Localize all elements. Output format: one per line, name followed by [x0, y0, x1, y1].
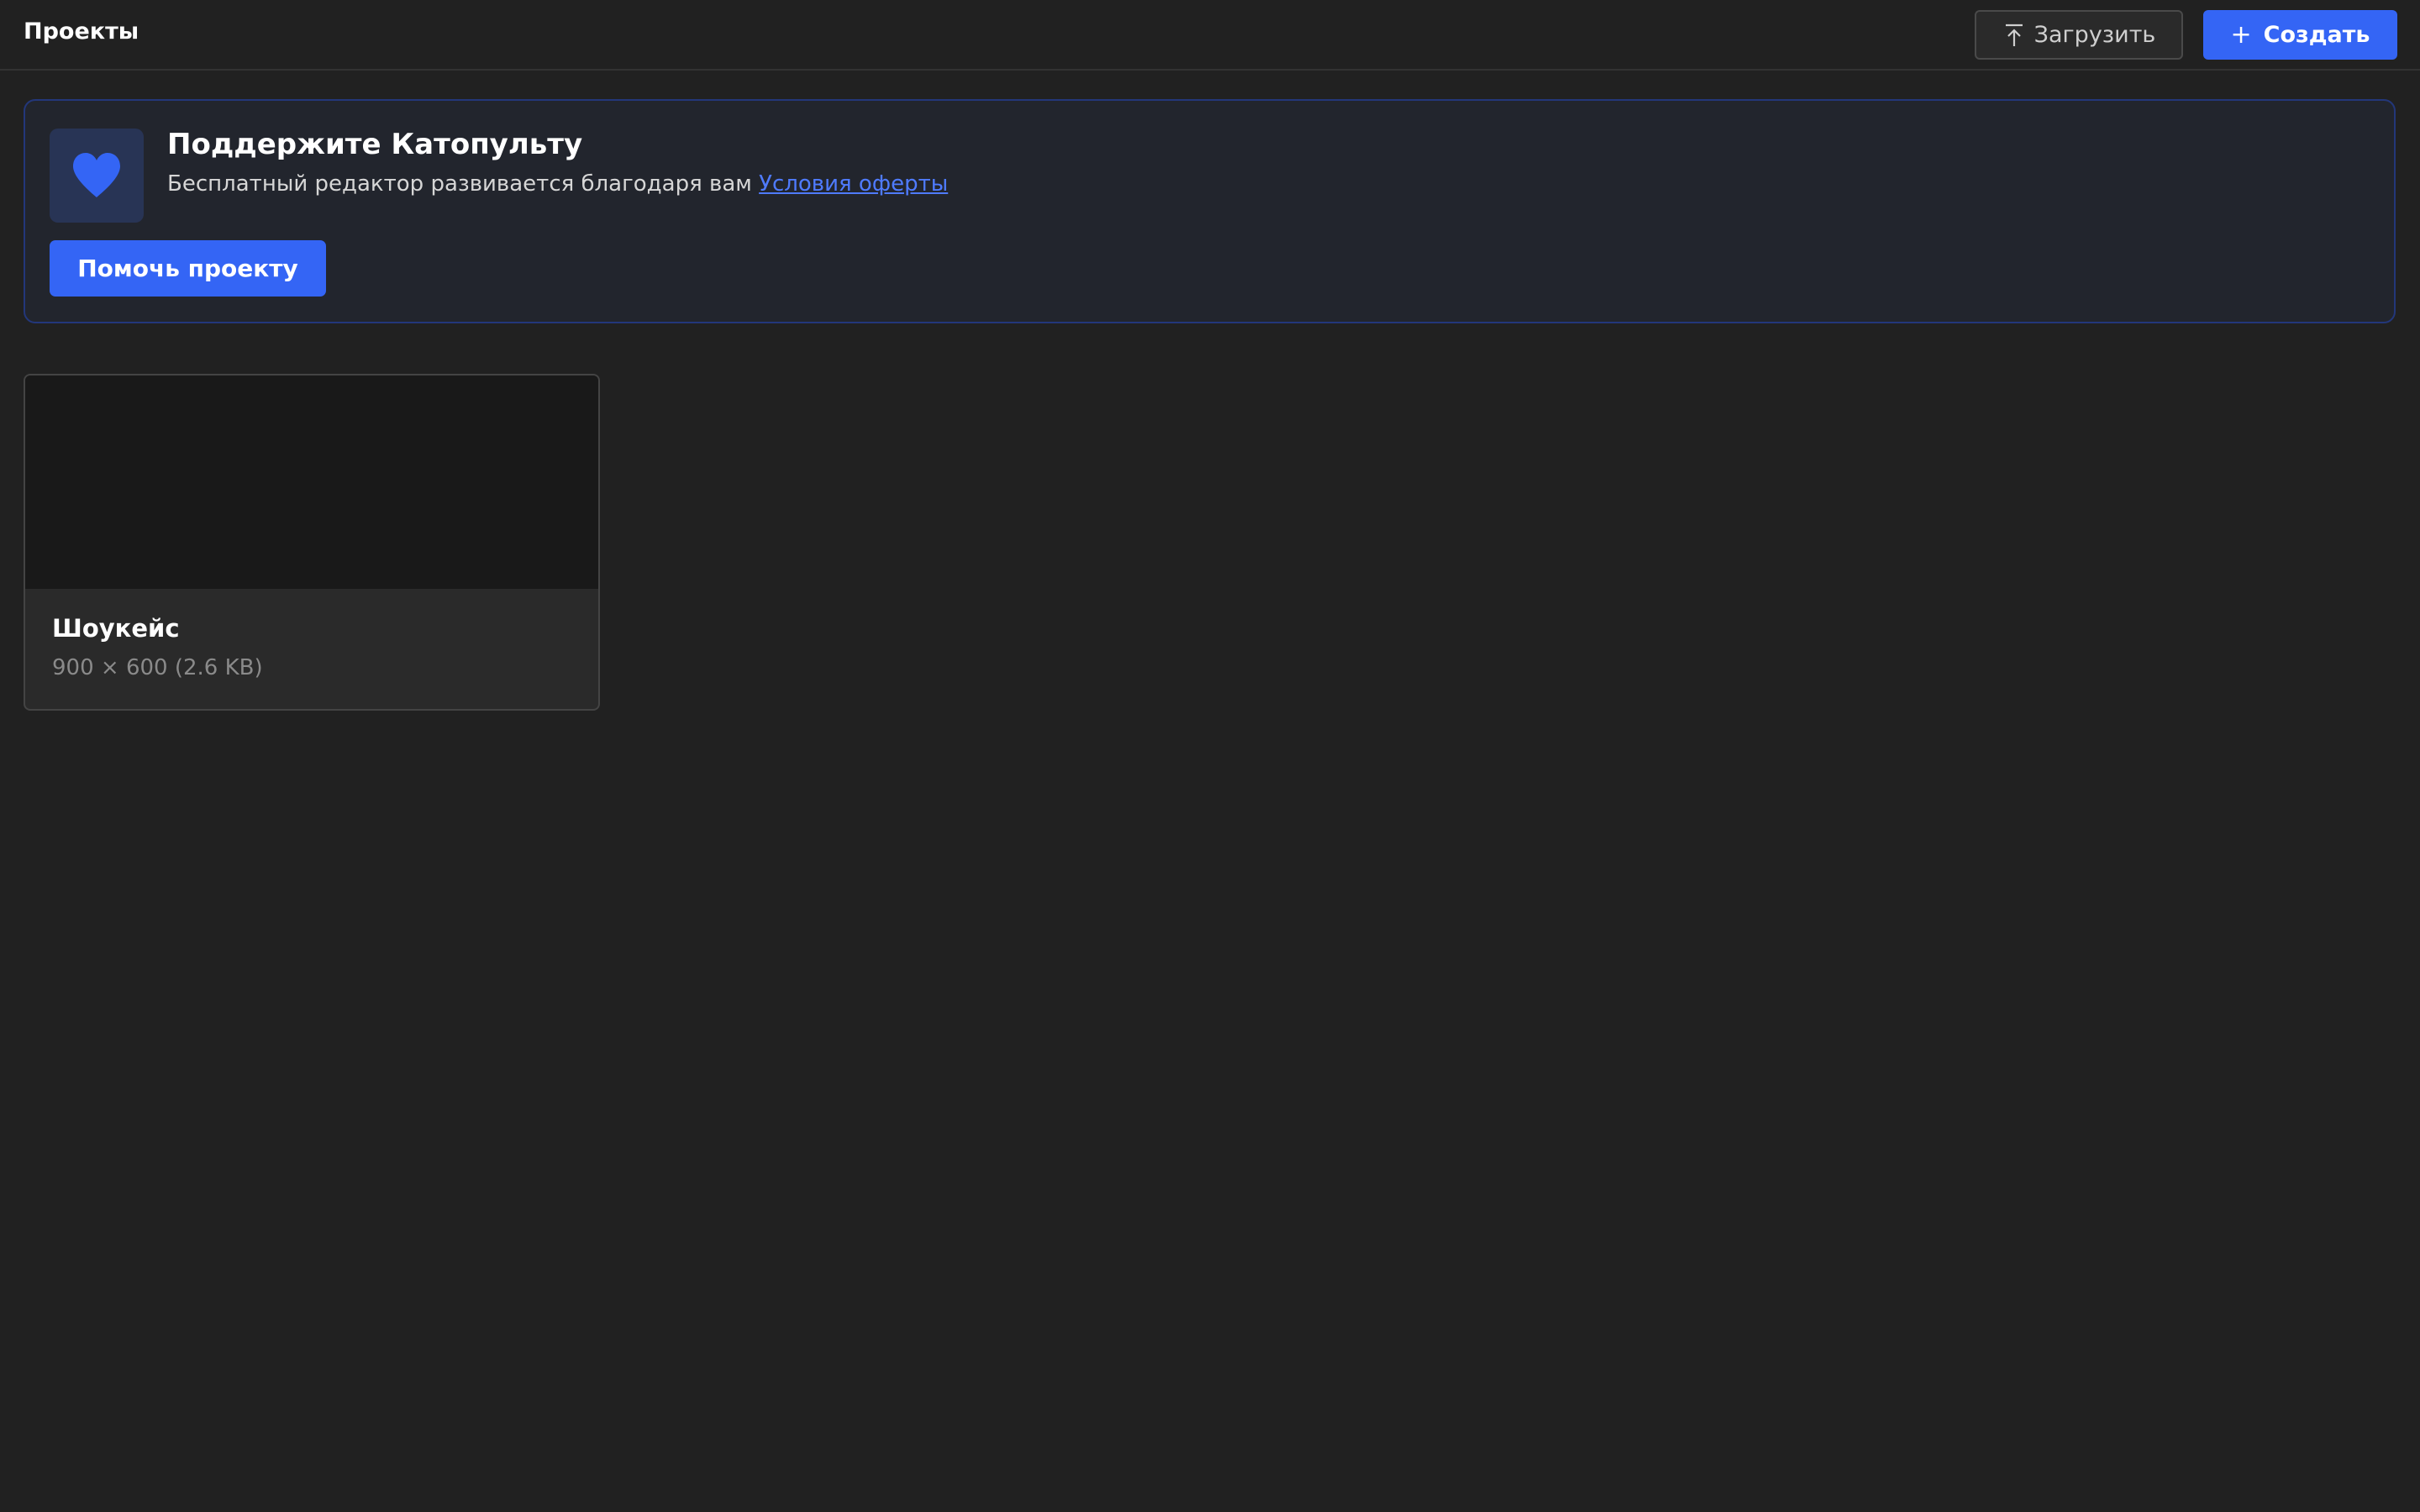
upload-button-label: Загрузить — [2033, 22, 2156, 48]
banner-text: Бесплатный редактор развивается благодар… — [167, 171, 752, 197]
banner-title: Поддержите Катопульту — [167, 128, 583, 161]
offer-terms-link[interactable]: Условия оферты — [759, 171, 948, 197]
project-thumbnail[interactable] — [25, 375, 598, 589]
help-project-button[interactable]: Помочь проекту — [50, 240, 326, 297]
create-button-label: Создать — [2263, 22, 2370, 48]
upload-button[interactable]: Загрузить — [1975, 10, 2183, 60]
project-name: Шоукейс — [52, 614, 180, 643]
banner-description: Бесплатный редактор развивается благодар… — [167, 168, 948, 200]
plus-icon: + — [2230, 19, 2252, 50]
project-card[interactable]: Шоукейс 900 × 600 (2.6 KB) — [24, 374, 600, 711]
support-banner: Поддержите Катопульту Бесплатный редакто… — [24, 99, 2396, 323]
page-title: Проекты — [24, 18, 139, 45]
create-button[interactable]: + Создать — [2203, 10, 2397, 60]
project-meta: 900 × 600 (2.6 KB) — [52, 655, 263, 680]
upload-icon — [2002, 23, 2026, 48]
top-bar: Проекты Загрузить + Создать — [0, 0, 2420, 71]
heart-icon — [50, 129, 144, 223]
